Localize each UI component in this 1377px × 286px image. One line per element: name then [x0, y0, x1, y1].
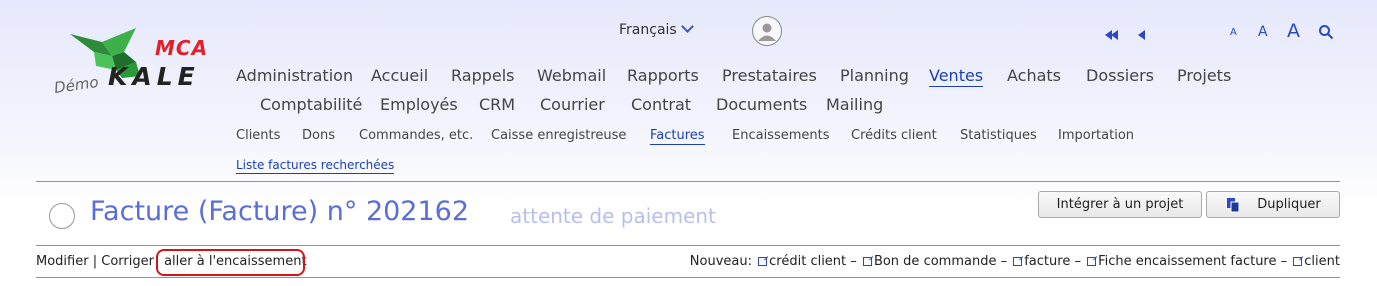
language-label: Français [619, 22, 677, 38]
app-logo[interactable]: MCA Démo KALE [50, 22, 220, 102]
menu-crm[interactable]: CRM [479, 95, 515, 114]
font-size-large-button[interactable]: A [1287, 20, 1300, 42]
menu-accueil[interactable]: Accueil [371, 66, 428, 85]
action-separator: | [92, 254, 98, 269]
chevron-down-icon [680, 20, 694, 33]
menu-webmail[interactable]: Webmail [537, 66, 606, 85]
external-link-icon [862, 257, 872, 266]
integrate-project-button[interactable]: Intégrer à un projet [1038, 191, 1202, 218]
modify-link[interactable]: Modifier [36, 254, 89, 269]
menu-employes[interactable]: Employés [380, 95, 458, 114]
menu-ventes[interactable]: Ventes [929, 66, 984, 87]
submenu-liste-factures[interactable]: Liste factures recherchées [236, 158, 395, 174]
external-link-icon [1293, 257, 1303, 266]
submenu-encaissements[interactable]: Encaissements [732, 128, 830, 143]
external-link-icon [1013, 257, 1023, 266]
new-credit-client-link[interactable]: crédit client [769, 254, 846, 269]
new-fiche-encaissement-link[interactable]: Fiche encaissement facture [1098, 254, 1276, 269]
status-label: attente de paiement [510, 204, 716, 228]
nouveau-label: Nouveau: [689, 254, 752, 269]
menu-rapports[interactable]: Rapports [627, 66, 699, 85]
font-size-small-button[interactable]: A [1230, 27, 1237, 38]
submenu-dons[interactable]: Dons [302, 128, 335, 143]
menu-prestataires[interactable]: Prestataires [722, 66, 817, 85]
user-icon [758, 23, 776, 41]
external-link-icon [758, 257, 768, 266]
menu-planning[interactable]: Planning [840, 66, 909, 85]
submenu-commandes[interactable]: Commandes, etc. [359, 128, 473, 143]
link-separator: – [1074, 254, 1081, 269]
font-size-medium-button[interactable]: A [1258, 24, 1268, 40]
menu-mailing[interactable]: Mailing [826, 95, 883, 114]
menu-rappels[interactable]: Rappels [451, 66, 515, 85]
duplicate-label: Dupliquer [1257, 197, 1321, 212]
external-link-icon [1087, 257, 1097, 266]
history-nav [1105, 25, 1146, 44]
copy-icon [1227, 197, 1240, 212]
submenu-caisse[interactable]: Caisse enregistreuse [491, 128, 626, 143]
menu-contrat[interactable]: Contrat [631, 95, 691, 114]
new-links: Nouveau: crédit client – Bon de commande… [690, 254, 1340, 269]
duplicate-button[interactable]: Dupliquer [1206, 191, 1340, 218]
user-avatar[interactable] [752, 16, 782, 46]
menu-comptabilite[interactable]: Comptabilité [260, 95, 362, 114]
actions-divider [36, 277, 1340, 278]
language-selector[interactable]: Français [619, 20, 694, 38]
page-title: Facture (Facture) n° 202162 [90, 196, 470, 227]
link-separator: – [1000, 254, 1008, 269]
menu-achats[interactable]: Achats [1007, 66, 1061, 85]
submenu-importation[interactable]: Importation [1058, 128, 1134, 143]
header-divider [36, 181, 1340, 182]
rewind-icon-b [1111, 30, 1118, 40]
submenu-statistiques[interactable]: Statistiques [960, 128, 1037, 143]
correct-link[interactable]: Corriger [101, 254, 154, 269]
submenu-clients[interactable]: Clients [236, 128, 280, 143]
search-icon[interactable] [1318, 24, 1334, 40]
status-circle-icon [49, 203, 75, 229]
submenu-factures[interactable]: Factures [650, 128, 705, 145]
menu-projets[interactable]: Projets [1177, 66, 1231, 85]
highlight-annotation [156, 249, 305, 276]
menu-administration[interactable]: Administration [236, 66, 353, 85]
submenu-credits-client[interactable]: Crédits client [851, 128, 937, 143]
new-client-link[interactable]: client [1304, 254, 1340, 269]
link-separator: – [1280, 254, 1288, 269]
menu-dossiers[interactable]: Dossiers [1086, 66, 1154, 85]
new-facture-link[interactable]: facture [1024, 254, 1070, 269]
logo-mca-text: MCA [155, 36, 209, 60]
link-separator: – [850, 254, 857, 269]
logo-kale-text: KALE [108, 62, 200, 91]
integrate-project-label: Intégrer à un projet [1056, 197, 1184, 212]
menu-documents[interactable]: Documents [716, 95, 807, 114]
title-divider [36, 245, 1340, 246]
menu-courrier[interactable]: Courrier [540, 95, 605, 114]
new-bon-commande-link[interactable]: Bon de commande [874, 254, 997, 269]
back-icon[interactable] [1138, 30, 1146, 40]
